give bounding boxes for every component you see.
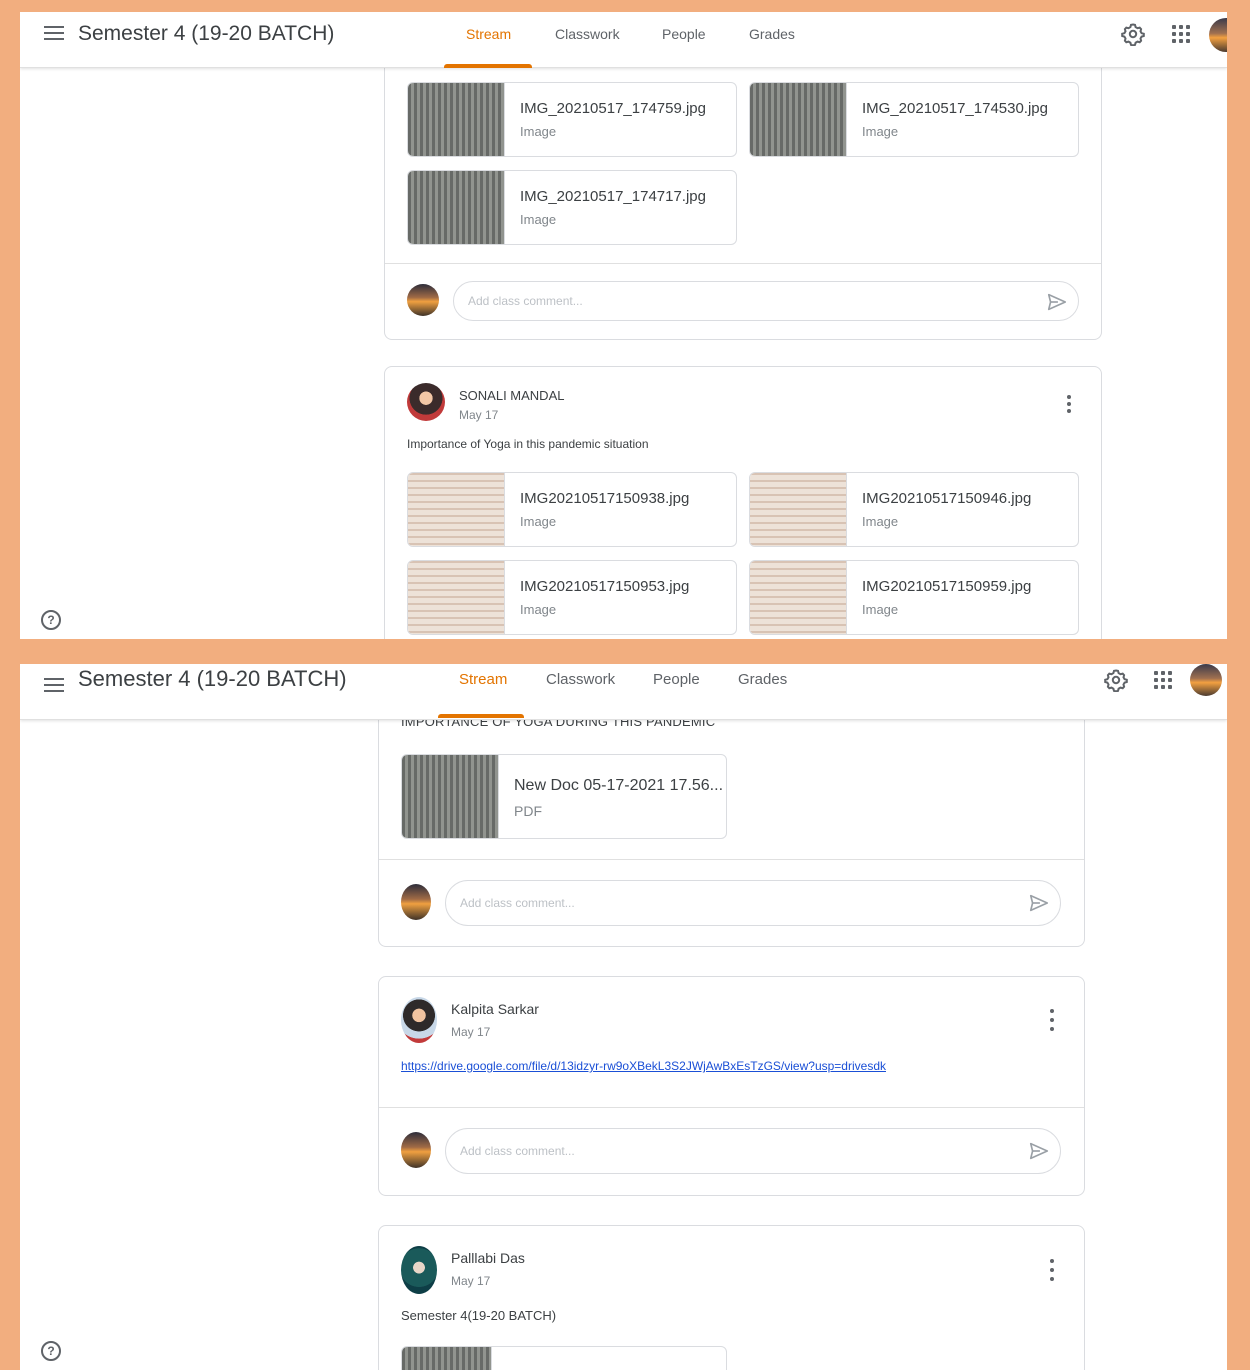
author-avatar — [401, 997, 437, 1043]
class-comment-input[interactable]: Add class comment... — [445, 880, 1061, 926]
comment-placeholder: Add class comment... — [468, 294, 583, 308]
apps-icon[interactable] — [1154, 671, 1172, 689]
post-text: Importance of Yoga in this pandemic situ… — [407, 437, 649, 451]
tab-people[interactable]: People — [662, 26, 706, 42]
attachment-type: Image — [862, 514, 899, 529]
attachment-thumbnail — [402, 755, 499, 838]
attachment-card[interactable]: IMG_20210517_174530.jpg Image — [749, 82, 1079, 157]
attachment-card[interactable] — [401, 1346, 727, 1370]
author-avatar — [407, 383, 445, 421]
post-author: Palllabi Das — [451, 1250, 525, 1266]
attachment-thumbnail — [408, 83, 505, 156]
post-card: Palllabi Das May 17 Semester 4(19-20 BAT… — [378, 1225, 1085, 1370]
class-title: Semester 4 (19-20 BATCH) — [78, 22, 335, 45]
avatar — [401, 884, 431, 920]
comment-placeholder: Add class comment... — [460, 1144, 575, 1158]
post-date: May 17 — [451, 1274, 491, 1288]
attachment-thumbnail — [750, 83, 847, 156]
attachment-name: IMG20210517150959.jpg — [862, 578, 1032, 595]
apps-icon[interactable] — [1172, 25, 1190, 43]
card-divider — [379, 1107, 1084, 1108]
tab-classwork[interactable]: Classwork — [546, 671, 615, 688]
author-avatar — [401, 1246, 437, 1294]
attachment-thumbnail — [750, 561, 847, 634]
post-card: IMG_20210517_174759.jpg Image IMG_202105… — [384, 52, 1102, 340]
screenshot-panel-top: Semester 4 (19-20 BATCH) Stream Classwor… — [20, 12, 1227, 639]
class-comment-input[interactable]: Add class comment... — [453, 281, 1079, 321]
top-app-bar: Semester 4 (19-20 BATCH) Stream Classwor… — [20, 12, 1227, 68]
tab-grades[interactable]: Grades — [738, 671, 787, 688]
gear-icon[interactable] — [1121, 22, 1145, 46]
class-comment-input[interactable]: Add class comment... — [445, 1128, 1061, 1174]
post-date: May 17 — [459, 408, 499, 422]
tab-stream[interactable]: Stream — [459, 671, 507, 688]
send-icon[interactable] — [1028, 892, 1050, 914]
attachment-card[interactable]: IMG20210517150938.jpg Image — [407, 472, 737, 547]
active-tab-indicator — [444, 64, 532, 68]
post-author: SONALI MANDAL — [459, 388, 565, 403]
avatar — [407, 284, 439, 316]
post-text: Semester 4(19-20 BATCH) — [401, 1308, 557, 1323]
card-divider — [379, 859, 1084, 860]
avatar — [401, 1132, 431, 1168]
drive-link[interactable]: https://drive.google.com/file/d/13idzyr-… — [401, 1059, 886, 1073]
attachment-type: Image — [520, 124, 557, 139]
attachment-thumbnail — [402, 1347, 492, 1370]
attachment-card[interactable]: IMG_20210517_174717.jpg Image — [407, 170, 737, 245]
attachment-name: IMG20210517150953.jpg — [520, 578, 690, 595]
post-card: SONALI MANDAL May 17 Importance of Yoga … — [384, 366, 1102, 639]
top-app-bar: Semester 4 (19-20 BATCH) Stream Classwor… — [20, 664, 1227, 720]
attachment-card[interactable]: IMG20210517150953.jpg Image — [407, 560, 737, 635]
attachment-type: Image — [862, 124, 899, 139]
class-title: Semester 4 (19-20 BATCH) — [78, 666, 347, 691]
post-author: Kalpita Sarkar — [451, 1001, 539, 1017]
attachment-card[interactable]: New Doc 05-17-2021 17.56... PDF — [401, 754, 727, 839]
post-card: IMPORTANCE OF YOGA DURING THIS PANDEMIC … — [378, 694, 1085, 947]
attachment-thumbnail — [750, 473, 847, 546]
card-divider — [385, 263, 1101, 264]
more-vert-icon[interactable] — [1048, 1259, 1056, 1281]
gear-icon[interactable] — [1104, 668, 1128, 692]
attachment-thumbnail — [408, 171, 505, 244]
attachment-name: IMG_20210517_174717.jpg — [520, 188, 706, 205]
tab-stream[interactable]: Stream — [466, 26, 511, 42]
avatar[interactable] — [1190, 664, 1222, 696]
post-card: Kalpita Sarkar May 17 https://drive.goog… — [378, 976, 1085, 1196]
attachment-card[interactable]: IMG20210517150959.jpg Image — [749, 560, 1079, 635]
send-icon[interactable] — [1046, 291, 1068, 313]
tab-grades[interactable]: Grades — [749, 26, 795, 42]
attachment-thumbnail — [408, 473, 505, 546]
tab-people[interactable]: People — [653, 671, 700, 688]
active-tab-indicator — [438, 714, 524, 718]
screenshot-panel-bottom: Semester 4 (19-20 BATCH) Stream Classwor… — [20, 664, 1227, 1370]
comment-placeholder: Add class comment... — [460, 896, 575, 910]
attachment-type: Image — [520, 212, 557, 227]
attachment-card[interactable]: IMG20210517150946.jpg Image — [749, 472, 1079, 547]
more-vert-icon[interactable] — [1065, 395, 1073, 413]
attachment-type: PDF — [514, 803, 542, 819]
attachment-thumbnail — [408, 561, 505, 634]
tab-classwork[interactable]: Classwork — [555, 26, 620, 42]
post-date: May 17 — [451, 1025, 491, 1039]
send-icon[interactable] — [1028, 1140, 1050, 1162]
help-icon[interactable]: ? — [41, 1341, 61, 1361]
help-icon[interactable]: ? — [41, 610, 61, 630]
attachment-name: IMG20210517150946.jpg — [862, 490, 1032, 507]
attachment-name: IMG_20210517_174759.jpg — [520, 100, 706, 117]
avatar[interactable] — [1209, 18, 1227, 52]
menu-icon[interactable] — [44, 26, 64, 42]
more-vert-icon[interactable] — [1048, 1009, 1056, 1031]
attachment-type: Image — [520, 514, 557, 529]
attachment-card[interactable]: IMG_20210517_174759.jpg Image — [407, 82, 737, 157]
attachment-name: New Doc 05-17-2021 17.56... — [514, 777, 724, 794]
attachment-type: Image — [862, 602, 899, 617]
attachment-name: IMG20210517150938.jpg — [520, 490, 690, 507]
attachment-type: Image — [520, 602, 557, 617]
menu-icon[interactable] — [44, 678, 64, 694]
attachment-name: IMG_20210517_174530.jpg — [862, 100, 1048, 117]
